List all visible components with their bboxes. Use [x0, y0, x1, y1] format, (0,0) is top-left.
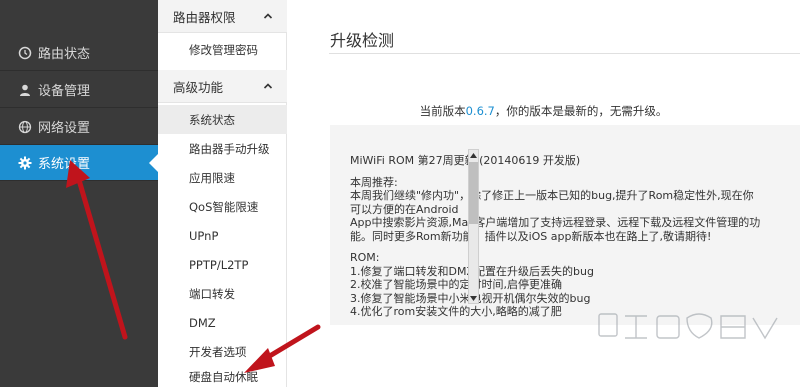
- sub-item-label: QoS智能限速: [189, 199, 259, 214]
- nav-item-router-status[interactable]: 路由状态: [0, 35, 158, 71]
- sub-item-system-status[interactable]: 系统状态: [158, 105, 287, 134]
- nav-item-label: 系统设置: [38, 157, 91, 172]
- clock-icon: [18, 46, 32, 60]
- title-divider: [329, 53, 800, 54]
- sub-nav: 路由器权限 修改管理密码 高级功能 系统状态 路由器手动升级 应用限速 QoS智…: [158, 0, 287, 387]
- sub-item-qos[interactable]: QoS智能限速: [158, 192, 287, 221]
- version-status: 当前版本0.6.7，你的版本是最新的，无需升级。: [287, 103, 800, 119]
- sub-group-title: 路由器权限: [173, 9, 236, 25]
- changelog-line: 本周推荐:: [350, 175, 398, 189]
- sub-item-label: 开发者选项: [189, 344, 247, 359]
- changelog-line: 本周我们继续"修内功"，除了修正上一版本已知的bug,提升了Rom稳定性外,现在…: [350, 189, 754, 216]
- sub-item-dmz[interactable]: DMZ: [158, 308, 287, 337]
- sub-item-manual-upgrade[interactable]: 路由器手动升级: [158, 134, 287, 163]
- changelog-line: 2.校准了智能场景中的定时时间,启停更准确: [350, 278, 562, 291]
- sub-item-label: 应用限速: [189, 170, 235, 185]
- changelog-panel[interactable]: MiWiFi ROM 第27周更新 (20140619 开发版) 本周推荐: 本…: [330, 125, 800, 325]
- changelog-scrollbar[interactable]: [468, 149, 479, 304]
- watermark-logo-icon: [598, 313, 778, 340]
- scroll-down-arrow-icon[interactable]: [469, 293, 478, 303]
- sub-item-label: 系统状态: [189, 112, 235, 127]
- nav-item-label: 路由状态: [38, 47, 91, 62]
- sub-item-upnp[interactable]: UPnP: [158, 221, 287, 250]
- sub-item-label: 端口转发: [189, 286, 235, 301]
- globe-icon: [18, 120, 32, 134]
- version-suffix: ，你的版本是最新的，无需升级。: [494, 104, 668, 118]
- nav-item-device-management[interactable]: 设备管理: [0, 72, 158, 108]
- changelog-line: ROM:: [350, 251, 380, 264]
- changelog-line: 1.修复了端口转发和DMZ配置在升级后丢失的bug: [350, 265, 764, 279]
- changelog-line: MiWiFi ROM 第27周更新 (20140619 开发版): [350, 154, 581, 167]
- scroll-thumb[interactable]: [469, 162, 478, 224]
- nav-item-label: 设备管理: [38, 84, 91, 99]
- sub-item-port-forwarding[interactable]: 端口转发: [158, 279, 287, 308]
- sub-item-label: PPTP/L2TP: [189, 257, 249, 272]
- user-icon: [18, 83, 32, 97]
- changelog-gap: [350, 168, 764, 176]
- nav-item-network-settings[interactable]: 网络设置: [0, 109, 158, 145]
- chevron-up-icon: [263, 81, 273, 91]
- version-prefix: 当前版本: [419, 104, 466, 118]
- sub-group-advanced[interactable]: 高级功能: [158, 70, 287, 103]
- nav-item-label: 网络设置: [38, 121, 91, 136]
- changelog-line: 3.修复了智能场景中小米电视开机偶尔失效的bug: [350, 292, 764, 306]
- sub-item-app-speed-limit[interactable]: 应用限速: [158, 163, 287, 192]
- sub-group-title: 高级功能: [173, 79, 224, 95]
- sub-item-label: 硬盘自动休眠: [189, 369, 258, 384]
- gear-icon: [18, 156, 32, 170]
- current-version: 0.6.7: [465, 104, 495, 118]
- sub-item-label: 路由器手动升级: [189, 141, 270, 156]
- changelog-text: MiWiFi ROM 第27周更新 (20140619 开发版) 本周推荐: 本…: [350, 154, 764, 319]
- changelog-gap: [350, 243, 764, 251]
- chevron-up-icon: [263, 11, 273, 21]
- sub-item-label: UPnP: [189, 228, 219, 243]
- sub-item-label: DMZ: [189, 315, 216, 330]
- scroll-up-arrow-icon[interactable]: [469, 150, 478, 160]
- left-nav: 路由状态 设备管理 网络设置 系统设置: [0, 0, 159, 387]
- sub-item-disk-hibernate[interactable]: 硬盘自动休眠: [158, 362, 287, 387]
- page-title: 升级检测: [330, 31, 395, 50]
- nav-item-system-settings[interactable]: 系统设置: [0, 145, 159, 181]
- sub-item-label: 修改管理密码: [189, 42, 258, 57]
- sub-group-router-permission[interactable]: 路由器权限: [158, 0, 287, 33]
- sub-item-pptp-l2tp[interactable]: PPTP/L2TP: [158, 250, 287, 279]
- changelog-line: App中搜索影片资源,Mac客户端增加了支持远程登录、远程下载及远程文件管理的功…: [350, 216, 761, 243]
- sub-item-change-password[interactable]: 修改管理密码: [158, 35, 287, 64]
